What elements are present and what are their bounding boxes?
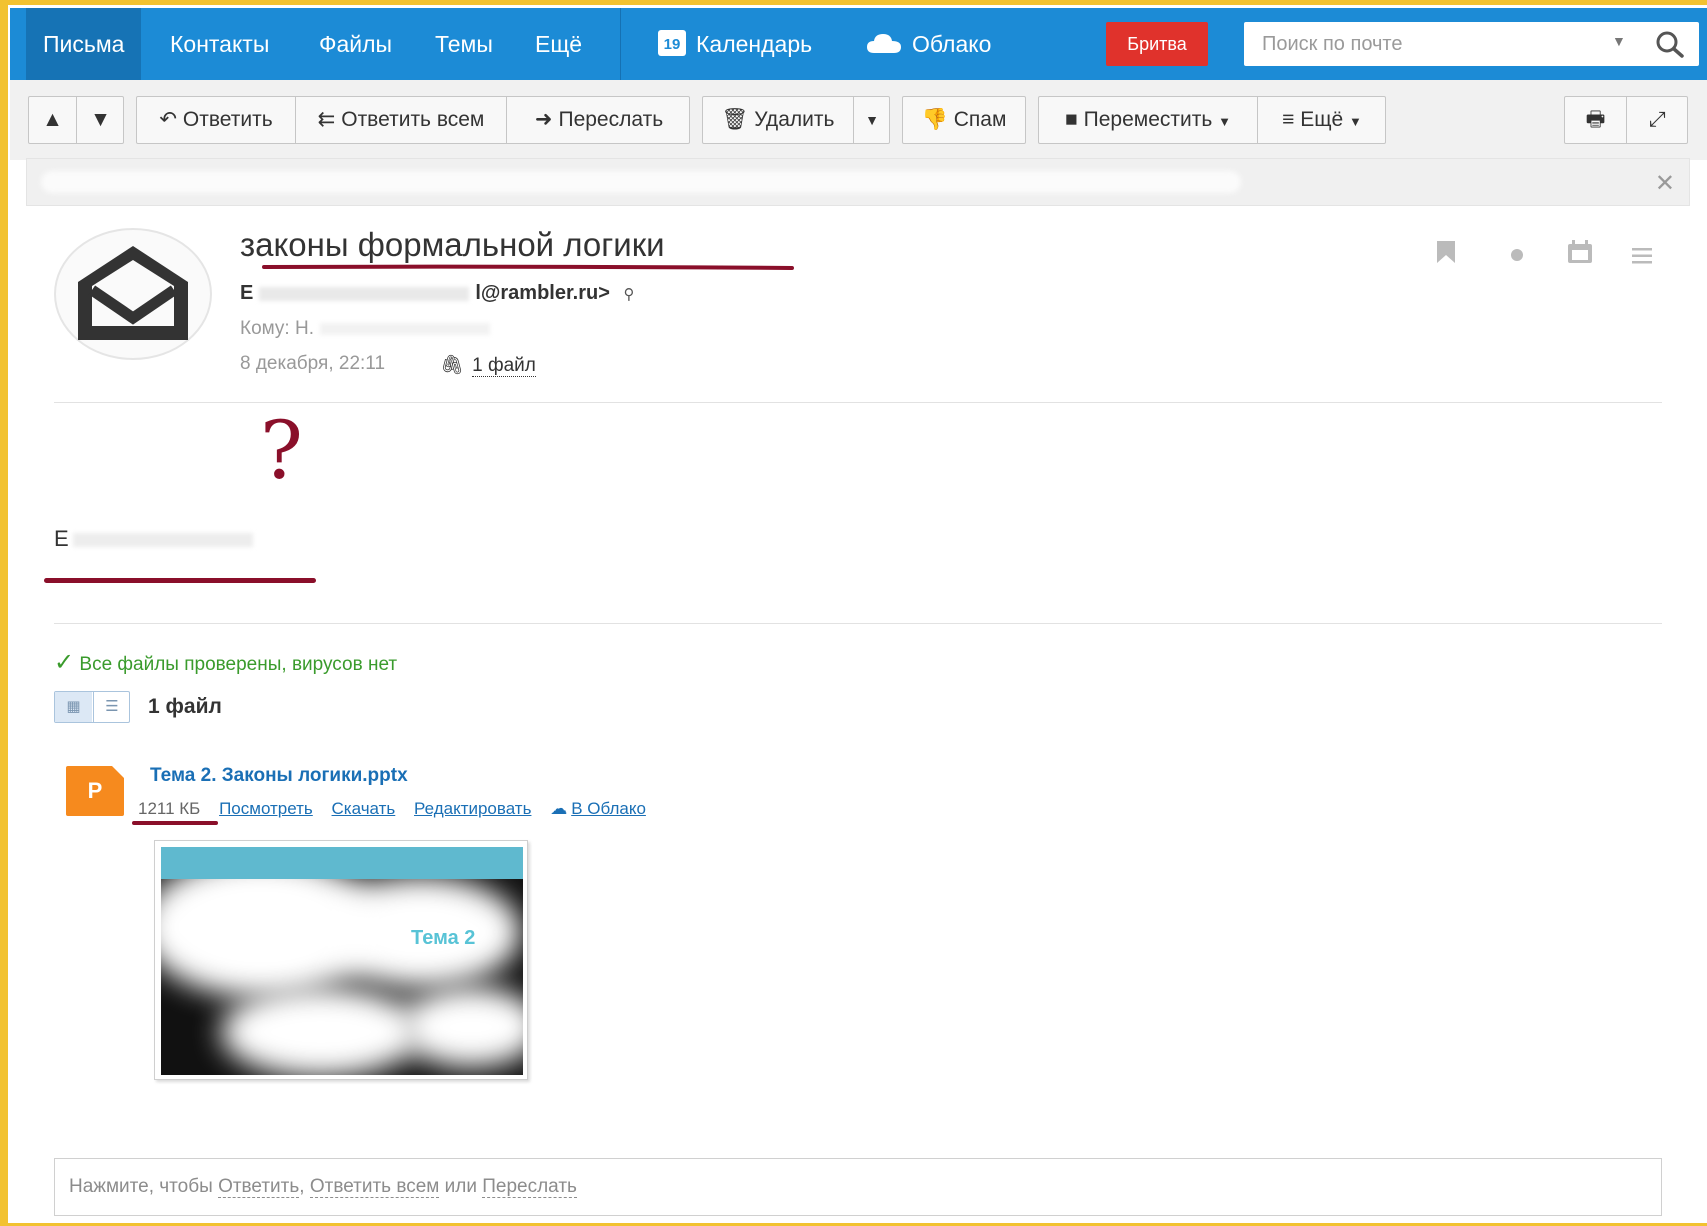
delete-group: 🗑 Удалить ▼ [702,96,890,144]
quick-forward-link[interactable]: Переслать [482,1176,577,1198]
attachment-meta: 1211 КБ Посмотреть Скачать Редактировать… [138,799,646,819]
quick-reply-link[interactable]: Ответить [218,1176,300,1198]
prev-next-group: ▲ ▼ [28,96,124,144]
notice-bar: ✕ [26,158,1690,206]
message-subject: законы формальной логики [240,226,665,263]
calendar-small-icon[interactable] [1567,240,1593,264]
message-toolbar: ▲ ▼ ↶ Ответить ⇇ Ответить всем ➜ Переслать … [10,80,1707,160]
slide-title: Тема 2 [411,927,476,949]
edit-link[interactable]: Редактировать [414,799,531,818]
spam-button[interactable]: 👎 Спам [902,96,1026,144]
move-button[interactable]: ■ Переместить ▼ [1039,97,1257,145]
arrow-up-icon[interactable]: ▲ [29,97,76,143]
save-to-cloud-link[interactable]: В Облако [571,799,646,818]
bookmark-icon[interactable] [1436,240,1456,264]
dot-icon[interactable] [1510,248,1524,262]
calendar-icon: 19 [658,29,686,56]
delete-button[interactable]: 🗑 Удалить [703,97,853,143]
top-navigation: Письма Контакты Файлы Темы Ещё 19 Календа… [10,8,1707,80]
nav-calendar-label: Календарь [696,31,813,57]
divider [54,623,1662,624]
message-sender[interactable]: Еl@rambler.ru> ⚲ [240,282,634,305]
download-link[interactable]: Скачать [332,799,396,818]
redacted-sender [259,286,470,301]
scan-status: ✓ Все файлы проверены, вирусов нет [54,649,398,676]
expand-icon[interactable]: ⤢ [1627,97,1688,143]
nav-more[interactable]: Ещё [535,8,582,80]
cloud-upload-icon[interactable]: ☁ [550,799,567,818]
britva-button[interactable]: Бритва [1106,22,1208,66]
checkmark-icon: ✓ [54,649,75,676]
chevron-down-icon: ▼ [1349,114,1362,129]
quick-reply-all-link[interactable]: Ответить всем [309,1176,440,1198]
menu-icon[interactable] [1632,247,1652,265]
reply-all-button[interactable]: ⇇ Ответить всем [296,97,506,143]
paperclip-icon: 🖇 [440,355,465,376]
printer-icon[interactable]: 🖶 [1565,97,1626,143]
nav-files[interactable]: Файлы [319,8,392,80]
view-link[interactable]: Посмотреть [219,799,313,818]
reply-icon: ↶ [159,108,177,131]
pptx-file-icon: P [66,766,124,816]
reply-group: ↶ Ответить ⇇ Ответить всем ➜ Переслать [136,96,690,144]
arrow-down-icon[interactable]: ▼ [77,97,124,143]
reply-all-icon: ⇇ [317,108,336,131]
quick-reply-box[interactable]: Нажмите, чтобы Ответить, Ответить всем и… [54,1158,1662,1216]
more-button[interactable]: ≡ Ещё ▼ [1258,97,1386,145]
attachment-preview[interactable]: Тема 2 [154,840,528,1080]
nav-cloud[interactable]: Облако [866,8,991,80]
forward-icon: ➜ [534,108,553,131]
question-mark-annotation: ? [260,404,303,497]
search-icon[interactable] [1652,28,1688,60]
message-recipient: Кому: Н. [240,318,490,340]
redacted-signature [72,533,253,548]
chevron-down-icon[interactable]: ▼ [1612,33,1626,49]
cloud-icon [867,33,901,53]
divider [54,402,1662,403]
subject-annotation-underline [262,264,794,270]
trash-icon: 🗑 [721,108,749,131]
redacted-notice [41,171,1241,193]
attachments-link[interactable]: 🖇 1 файл [440,353,536,377]
avatar [54,228,212,360]
grid-view-icon[interactable]: ▦ [55,692,92,722]
nav-themes[interactable]: Темы [435,8,493,80]
message-date: 8 декабря, 22:11 [240,353,386,374]
size-annotation-underline [132,821,218,825]
chevron-down-icon: ▼ [1218,114,1232,129]
move-group: ■ Переместить ▼ ≡ Ещё ▼ [1038,96,1386,144]
list-view-icon[interactable]: ☰ [93,692,130,722]
slide-thumbnail: Тема 2 [161,847,523,1075]
nav-letters[interactable]: Письма [26,8,142,80]
attachment-size: 1211 КБ [138,799,201,818]
close-icon[interactable]: ✕ [1655,169,1675,198]
nav-cloud-label: Облако [912,31,992,57]
message-signature: Е [54,526,253,552]
spam-icon: 👎 [921,108,948,131]
reply-button[interactable]: ↶ Ответить [137,97,295,143]
signature-annotation-underline [44,578,316,583]
view-switcher: ▦ ☰ [54,691,130,723]
print-expand-group: 🖶 ⤢ [1564,96,1688,144]
search-icon[interactable]: ⚲ [623,286,634,303]
redacted-recipient [319,322,490,335]
files-count: 1 файл [148,695,222,718]
forward-button[interactable]: ➜ Переслать [507,97,691,143]
nav-separator [620,8,621,80]
nav-contacts[interactable]: Контакты [170,8,269,80]
search-box: ▼ [1244,22,1699,66]
envelope-icon [78,246,188,340]
attachment-name[interactable]: Тема 2. Законы логики.pptx [150,765,408,787]
nav-calendar[interactable]: 19 Календарь [658,8,812,80]
folder-icon: ■ [1064,108,1078,131]
delete-dropdown-button[interactable]: ▼ [854,97,890,143]
search-input[interactable] [1244,22,1604,66]
